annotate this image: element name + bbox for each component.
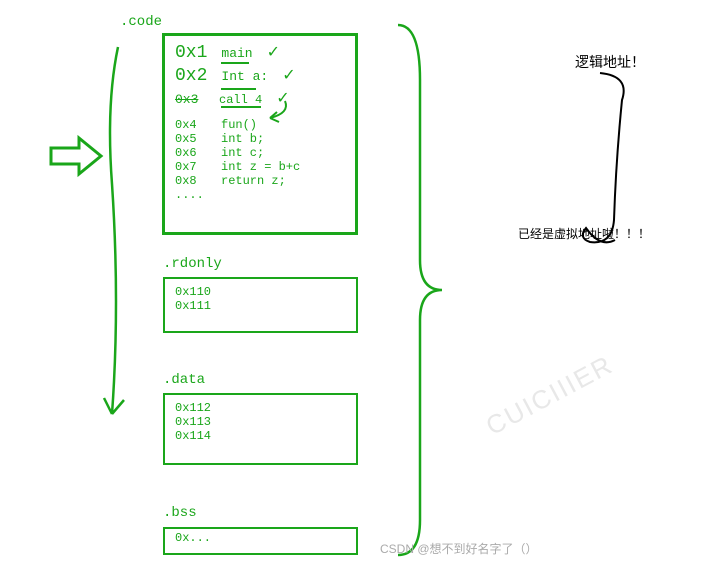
addr-0x7: 0x7 [175,160,205,174]
data-0x113: 0x113 [175,415,346,429]
code-box: 0x1 main ✓ 0x2 Int a: ✓ 0x3 call 4 ✓ 0x4… [162,33,358,235]
watermark: CSDN @想不到好名字了（） [380,540,538,557]
brace-icon [388,20,448,560]
faint-watermark: CUICIIIER [481,349,619,442]
annotation-top: 逻辑地址！ [575,52,645,72]
instr-intc: int c; [221,146,264,160]
addr-0x5: 0x5 [175,132,205,146]
data-box: 0x112 0x113 0x114 [163,393,358,465]
addr-0x2: 0x2 [175,66,207,86]
rdonly-label: .rdonly [163,256,222,272]
data-0x112: 0x112 [175,401,346,415]
addr-0x3: 0x3 [175,92,205,107]
check-1: ✓ [267,42,280,62]
bss-0x: 0x... [175,531,346,545]
data-0x114: 0x114 [175,429,346,443]
instr-intb: int b; [221,132,264,146]
instr-main: main [221,46,252,61]
return-arrow-icon [255,98,295,128]
instr-inta: Int a: [221,69,268,84]
bss-label: .bss [163,505,197,521]
rdonly-0x111: 0x111 [175,299,346,313]
rdonly-0x110: 0x110 [175,285,346,299]
annotation-curve-icon [560,70,640,270]
addr-0x1: 0x1 [175,43,207,63]
data-label: .data [163,372,205,388]
instr-fun: fun() [221,118,257,132]
addr-0x8: 0x8 [175,174,205,188]
bss-box: 0x... [163,527,358,555]
addr-0x4: 0x4 [175,118,205,132]
addr-0x6: 0x6 [175,146,205,160]
instr-intz: int z = b+c [221,160,300,174]
check-2: ✓ [282,65,295,85]
block-arrow-icon [49,134,105,178]
rdonly-box: 0x110 0x111 [163,277,358,333]
addr-dots: .... [175,188,205,202]
code-label: .code [120,14,162,30]
down-arrow-icon [98,44,138,424]
instr-return: return z; [221,174,286,188]
